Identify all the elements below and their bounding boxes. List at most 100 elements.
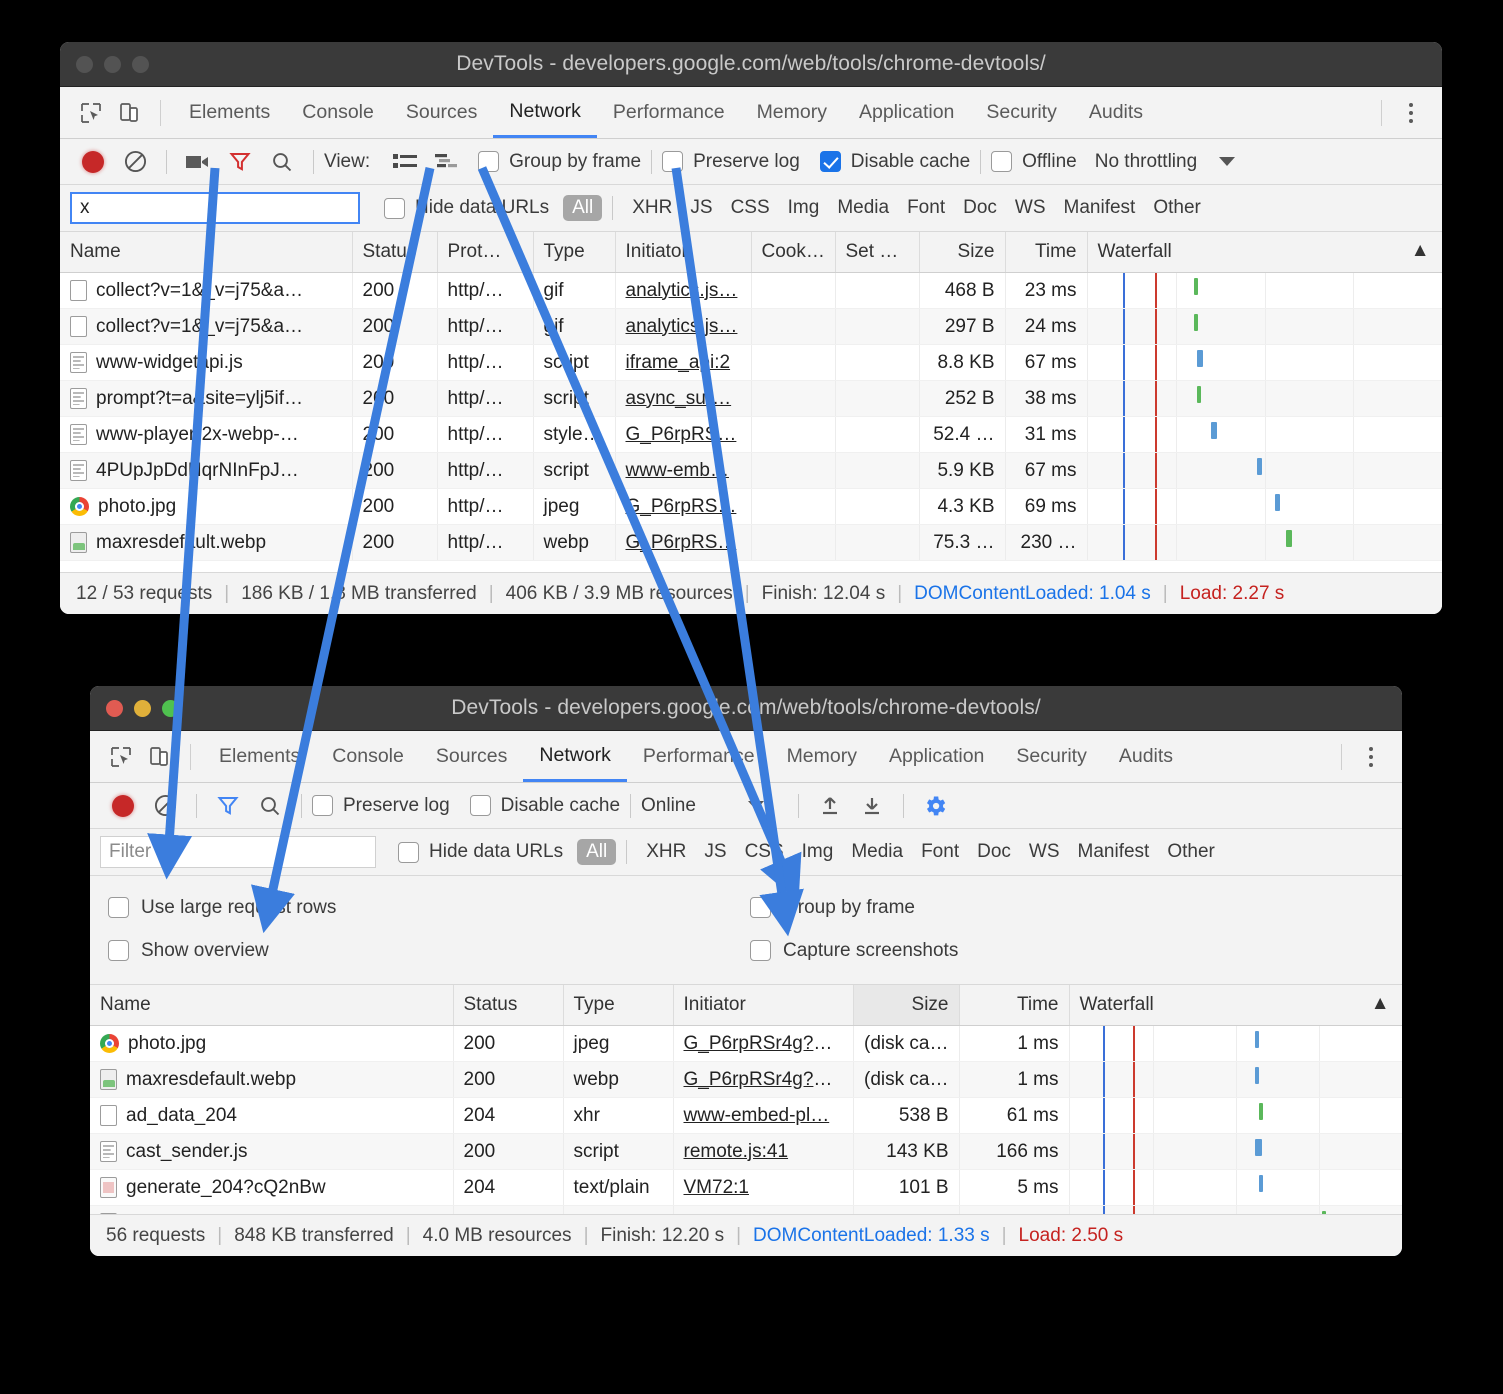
type-filter-all[interactable]: All <box>577 839 617 865</box>
type-filter-ws[interactable]: WS <box>1020 839 1069 865</box>
type-filter-xhr[interactable]: XHR <box>623 195 681 221</box>
maximize-button[interactable] <box>132 55 149 73</box>
type-filter-img[interactable]: Img <box>793 839 843 865</box>
disable-cache-checkbox-row[interactable]: Disable cache <box>819 151 970 173</box>
record-icon[interactable] <box>102 788 144 824</box>
table-row[interactable]: photo.jpg 200 http/… jpeg G_P6rpRS… 4.3 KB 69 … <box>60 488 1442 525</box>
camera-icon[interactable] <box>177 144 219 180</box>
table-row[interactable]: generate_204?cQ2nBw 204 text/plain VM72:1 10… <box>90 1169 1402 1206</box>
search-icon[interactable] <box>261 144 303 180</box>
tab-application[interactable]: Application <box>843 87 970 138</box>
offline-checkbox[interactable] <box>991 151 1013 172</box>
col-size[interactable]: Size <box>919 232 1006 273</box>
filter-icon[interactable] <box>207 788 249 824</box>
upload-har-icon[interactable] <box>809 788 851 824</box>
initiator-link[interactable]: VM72:1 <box>684 1177 749 1198</box>
offline-checkbox-row[interactable]: Offline <box>991 151 1077 173</box>
hide-data-urls-checkbox[interactable] <box>384 197 405 219</box>
initiator-link[interactable]: www-emb… <box>626 460 729 481</box>
type-filter-font[interactable]: Font <box>898 195 954 221</box>
type-filter-css[interactable]: CSS <box>722 195 779 221</box>
use-large-request-rows-checkbox[interactable] <box>108 897 129 918</box>
table-row[interactable]: photo.jpg 200 jpeg G_P6rpRSr4g?a… (disk ca… 1… <box>90 1025 1402 1062</box>
col-initiator[interactable]: Initiator <box>673 985 854 1026</box>
use-large-request-rows-row[interactable]: Use large request rows <box>90 897 750 919</box>
list-view-icon[interactable] <box>384 144 426 180</box>
chevron-down-icon[interactable] <box>747 801 764 810</box>
table-row[interactable]: maxresdefault.webp 200 http/… webp G_P6rpRS…… <box>60 524 1442 561</box>
tab-console[interactable]: Console <box>286 87 390 138</box>
tab-audits[interactable]: Audits <box>1103 731 1189 782</box>
table-row[interactable]: collect?v=1&_v=j75&a… 200 http/… gif analyti… <box>60 272 1442 309</box>
search-icon[interactable] <box>249 788 291 824</box>
window-controls-top[interactable] <box>60 55 149 73</box>
col-name[interactable]: Name <box>60 232 353 273</box>
type-filter-all[interactable]: All <box>563 195 603 221</box>
preserve-log-checkbox-row[interactable]: Preserve log <box>662 151 800 173</box>
minimize-button[interactable] <box>134 699 151 717</box>
group-by-frame-checkbox[interactable] <box>478 151 500 172</box>
show-overview-row[interactable]: Show overview <box>90 940 750 962</box>
cell-initiator[interactable]: VM72:1 <box>673 1169 854 1206</box>
close-button[interactable] <box>76 55 93 73</box>
tab-console[interactable]: Console <box>316 731 420 782</box>
more-options-icon[interactable] <box>1394 96 1428 130</box>
col-name[interactable]: Name <box>90 985 454 1026</box>
tab-elements[interactable]: Elements <box>173 87 286 138</box>
filter-input[interactable]: x <box>70 192 360 224</box>
tab-application[interactable]: Application <box>873 731 1000 782</box>
type-filter-doc[interactable]: Doc <box>968 839 1020 865</box>
table-row[interactable]: cast_sender.js 200 script remote.js:41 143 K… <box>90 1133 1402 1170</box>
initiator-link[interactable]: G_P6rpRS… <box>626 532 737 553</box>
disable-cache-checkbox[interactable] <box>469 795 491 816</box>
initiator-link[interactable]: analytics.js… <box>626 280 738 301</box>
type-filter-manifest[interactable]: Manifest <box>1055 195 1145 221</box>
table-row[interactable]: 4PUpJpDdHqrNInFpJ… 200 http/… script www-emb… <box>60 452 1442 489</box>
col-time[interactable]: Time <box>1005 232 1088 273</box>
table-row[interactable]: www-player-2x-webp-… 200 http/… style… G_P6r… <box>60 416 1442 453</box>
col-time[interactable]: Time <box>959 985 1070 1026</box>
cell-initiator[interactable]: G_P6rpRSr4g?a… <box>673 1061 854 1098</box>
tab-security[interactable]: Security <box>970 87 1072 138</box>
col-waterfall[interactable]: Waterfall ▲ <box>1069 985 1402 1026</box>
type-filter-media[interactable]: Media <box>828 195 898 221</box>
preserve-log-checkbox[interactable] <box>662 151 684 172</box>
inspect-element-icon[interactable] <box>102 742 140 772</box>
filter-input[interactable]: Filter <box>100 836 376 868</box>
initiator-link[interactable]: analytics.js… <box>626 316 738 337</box>
show-overview-checkbox[interactable] <box>108 940 129 961</box>
more-options-icon[interactable] <box>1354 740 1388 774</box>
tab-memory[interactable]: Memory <box>741 87 843 138</box>
cell-initiator[interactable]: G_P6rpRSr4g?a… <box>673 1025 854 1062</box>
type-filter-js[interactable]: JS <box>695 839 735 865</box>
inspect-element-icon[interactable] <box>72 98 110 128</box>
col-status[interactable]: Status <box>352 232 438 273</box>
col-protocol[interactable]: Prot… <box>437 232 534 273</box>
col-size[interactable]: Size <box>853 985 960 1026</box>
initiator-link[interactable]: G_P6rpRSr4g?a… <box>684 1069 843 1090</box>
cell-initiator[interactable]: analytics.js… <box>615 272 752 309</box>
group-by-frame-checkbox-row[interactable]: Group by frame <box>478 151 641 173</box>
preserve-log-checkbox-row[interactable]: Preserve log <box>312 795 450 817</box>
type-filter-media[interactable]: Media <box>842 839 912 865</box>
type-filter-doc[interactable]: Doc <box>954 195 1006 221</box>
cell-initiator[interactable]: async_sur… <box>615 380 752 417</box>
table-row[interactable]: prompt?t=a&site=ylj5if… 200 http/… script as… <box>60 380 1442 417</box>
table-row[interactable]: ad_data_204 204 xhr www-embed-pl… 538 B 61 ms <box>90 1097 1402 1134</box>
tab-network[interactable]: Network <box>493 87 597 138</box>
throttling-value[interactable]: Online <box>641 795 696 817</box>
device-toolbar-icon[interactable] <box>110 98 148 128</box>
col-status[interactable]: Status <box>453 985 564 1026</box>
tab-sources[interactable]: Sources <box>420 731 524 782</box>
type-filter-other[interactable]: Other <box>1158 839 1224 865</box>
group-by-frame-checkbox[interactable] <box>750 897 771 918</box>
table-row[interactable]: www-widgetapi.js 200 http/… script iframe_ap… <box>60 344 1442 381</box>
col-initiator[interactable]: Initiator <box>615 232 752 273</box>
type-filter-manifest[interactable]: Manifest <box>1069 839 1159 865</box>
preserve-log-checkbox[interactable] <box>312 795 333 816</box>
capture-screenshots-row[interactable]: Capture screenshots <box>750 940 958 962</box>
tab-performance[interactable]: Performance <box>627 731 771 782</box>
tab-performance[interactable]: Performance <box>597 87 741 138</box>
type-filter-css[interactable]: CSS <box>736 839 793 865</box>
initiator-link[interactable]: async_sur… <box>626 388 732 409</box>
